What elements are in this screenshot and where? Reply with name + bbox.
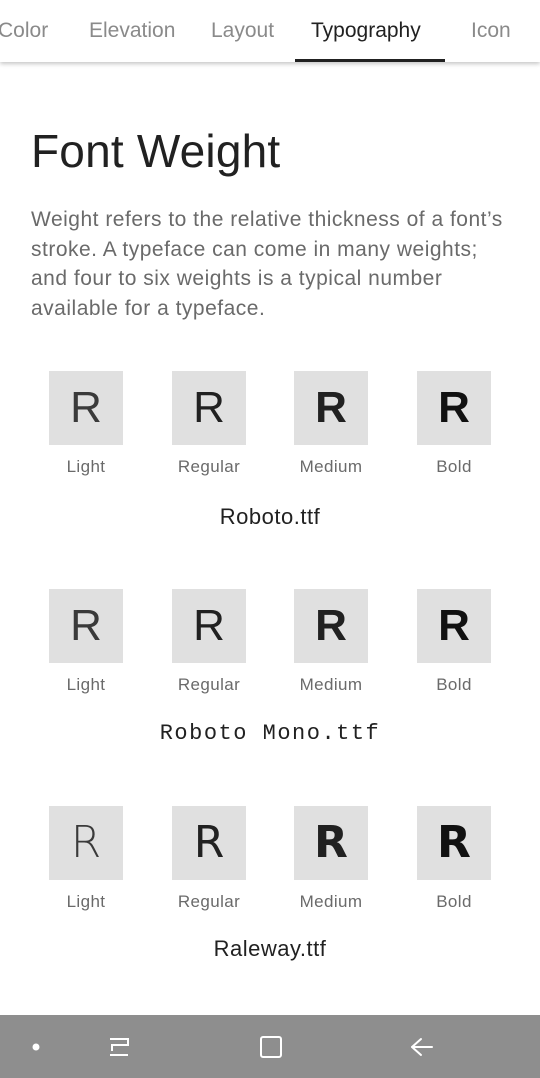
glyph-preview: R — [294, 371, 368, 445]
glyph-preview: R — [172, 589, 246, 663]
home-icon[interactable] — [251, 1015, 291, 1078]
font-name-roboto: Roboto.ttf — [219, 504, 321, 529]
glyph-preview: R — [49, 589, 123, 663]
weight-sample-bold: R Bold — [417, 371, 491, 476]
weight-sample-regular: R Regular — [172, 371, 246, 476]
back-icon[interactable] — [402, 1015, 442, 1078]
weight-label: Bold — [436, 675, 472, 694]
tab-elevation[interactable]: Elevation — [89, 0, 175, 62]
weight-label: Medium — [299, 675, 363, 694]
glyph-preview: R — [294, 589, 368, 663]
weight-sample-medium: R Medium — [294, 371, 368, 476]
weight-label: Regular — [177, 892, 241, 911]
weight-sample-light: R Light — [49, 589, 123, 694]
weight-sample-regular: R Regular — [172, 806, 246, 911]
page-description: Weight refers to the relative thickness … — [31, 208, 503, 320]
glyph-preview: R — [49, 371, 123, 445]
tab-bar: Color Elevation Layout Typography Icon — [0, 0, 540, 62]
weight-sample-bold: R Bold — [417, 589, 491, 694]
dot-icon[interactable] — [24, 1015, 48, 1078]
weight-label: Medium — [299, 457, 363, 476]
active-tab-indicator — [295, 59, 445, 62]
glyph-preview: R — [294, 806, 368, 880]
weight-sample-medium: R Medium — [294, 806, 368, 911]
glyph-preview: R — [417, 371, 491, 445]
weight-label: Bold — [436, 892, 472, 911]
glyph-preview: R — [172, 371, 246, 445]
page-title: Font Weight — [31, 125, 281, 177]
weight-label: Light — [66, 675, 106, 694]
recent-apps-icon[interactable] — [100, 1015, 140, 1078]
system-navigation-bar — [0, 1015, 540, 1078]
weight-label: Medium — [299, 892, 363, 911]
weight-label: Light — [66, 457, 106, 476]
weight-sample-light: R Light — [49, 371, 123, 476]
weight-label: Regular — [177, 457, 241, 476]
tab-typography[interactable]: Typography — [311, 0, 421, 62]
weight-sample-bold: R Bold — [417, 806, 491, 911]
font-name-raleway: Raleway.ttf — [213, 936, 327, 961]
font-name-roboto-mono: Roboto Mono.ttf — [159, 721, 381, 746]
glyph-preview: R — [49, 806, 123, 880]
weight-sample-medium: R Medium — [294, 589, 368, 694]
tab-color[interactable]: Color — [0, 0, 48, 62]
glyph-preview: R — [172, 806, 246, 880]
tab-layout[interactable]: Layout — [211, 0, 274, 62]
weight-sample-light: R Light — [49, 806, 123, 911]
weight-label: Bold — [436, 457, 472, 476]
weight-label: Regular — [177, 675, 241, 694]
glyph-preview: R — [417, 589, 491, 663]
weight-sample-regular: R Regular — [172, 589, 246, 694]
weight-label: Light — [66, 892, 106, 911]
glyph-preview: R — [417, 806, 491, 880]
tab-icon[interactable]: Icon — [471, 0, 511, 62]
